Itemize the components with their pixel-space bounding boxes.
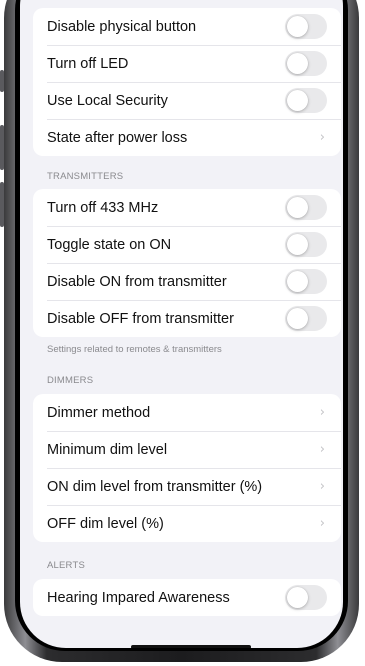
phone-side-button — [0, 125, 4, 170]
row-off-dim-level[interactable]: OFF dim level (%) › — [33, 505, 341, 542]
section-header-dimmers: DIMMERS — [47, 375, 94, 386]
row-label: Dimmer method — [47, 404, 151, 421]
phone-side-button — [0, 182, 4, 227]
row-label: Disable ON from transmitter — [47, 273, 227, 290]
row-on-dim-level-from-transmitter[interactable]: ON dim level from transmitter (%) › — [33, 468, 341, 505]
chevron-right-icon: › — [319, 405, 325, 420]
disable-physical-button-toggle[interactable] — [285, 14, 327, 39]
toggle-knob — [287, 53, 308, 74]
row-label: Turn off LED — [47, 55, 129, 72]
disable-on-from-transmitter-toggle[interactable] — [285, 269, 327, 294]
row-dimmer-method[interactable]: Dimmer method › — [33, 394, 341, 431]
row-state-after-power-loss[interactable]: State after power loss › — [33, 119, 341, 156]
row-label: Toggle state on ON — [47, 236, 172, 253]
settings-group-alerts: Hearing Impared Awareness — [33, 579, 341, 616]
toggle-knob — [287, 16, 308, 37]
section-header-transmitters: TRANSMITTERS — [47, 171, 124, 182]
row-label: OFF dim level (%) — [47, 515, 164, 532]
section-header-alerts: ALERTS — [47, 560, 85, 571]
row-label: State after power loss — [47, 129, 188, 146]
row-minimum-dim-level[interactable]: Minimum dim level › — [33, 431, 341, 468]
disable-off-from-transmitter-toggle[interactable] — [285, 306, 327, 331]
screenshot-canvas: Disable physical button Turn off LED Use… — [0, 0, 365, 666]
home-indicator[interactable] — [131, 645, 251, 648]
phone-screen: Disable physical button Turn off LED Use… — [20, 0, 343, 648]
row-turn-off-led[interactable]: Turn off LED — [33, 45, 341, 82]
settings-list: Disable physical button Turn off LED Use… — [20, 0, 343, 616]
row-use-local-security[interactable]: Use Local Security — [33, 82, 341, 119]
row-label: Disable physical button — [47, 18, 197, 35]
turn-off-led-toggle[interactable] — [285, 51, 327, 76]
toggle-state-on-on-toggle[interactable] — [285, 232, 327, 257]
chevron-right-icon: › — [319, 130, 325, 145]
toggle-knob — [287, 90, 308, 111]
toggle-knob — [287, 587, 308, 608]
toggle-knob — [287, 271, 308, 292]
chevron-right-icon: › — [319, 516, 325, 531]
hearing-impared-awareness-toggle[interactable] — [285, 585, 327, 610]
phone-side-button — [0, 70, 4, 92]
chevron-right-icon: › — [319, 479, 325, 494]
use-local-security-toggle[interactable] — [285, 88, 327, 113]
row-hearing-impared-awareness[interactable]: Hearing Impared Awareness — [33, 579, 341, 616]
settings-group-transmitters: Turn off 433 MHz Toggle state on ON Disa… — [33, 189, 341, 337]
settings-group-general: Disable physical button Turn off LED Use… — [33, 8, 341, 156]
row-disable-on-from-transmitter[interactable]: Disable ON from transmitter — [33, 263, 341, 300]
row-label: Turn off 433 MHz — [47, 199, 159, 216]
chevron-right-icon: › — [319, 442, 325, 457]
row-turn-off-433-mhz[interactable]: Turn off 433 MHz — [33, 189, 341, 226]
toggle-knob — [287, 234, 308, 255]
row-label: Disable OFF from transmitter — [47, 310, 234, 327]
row-label: Hearing Impared Awareness — [47, 589, 230, 606]
turn-off-433-mhz-toggle[interactable] — [285, 195, 327, 220]
row-toggle-state-on-on[interactable]: Toggle state on ON — [33, 226, 341, 263]
section-footer-transmitters: Settings related to remotes & transmitte… — [47, 344, 222, 355]
row-label: Minimum dim level — [47, 441, 168, 458]
row-label: Use Local Security — [47, 92, 168, 109]
row-disable-off-from-transmitter[interactable]: Disable OFF from transmitter — [33, 300, 341, 337]
toggle-knob — [287, 308, 308, 329]
settings-group-dimmers: Dimmer method › Minimum dim level › ON d… — [33, 394, 341, 542]
row-label: ON dim level from transmitter (%) — [47, 478, 263, 495]
row-disable-physical-button[interactable]: Disable physical button — [33, 8, 341, 45]
toggle-knob — [287, 197, 308, 218]
